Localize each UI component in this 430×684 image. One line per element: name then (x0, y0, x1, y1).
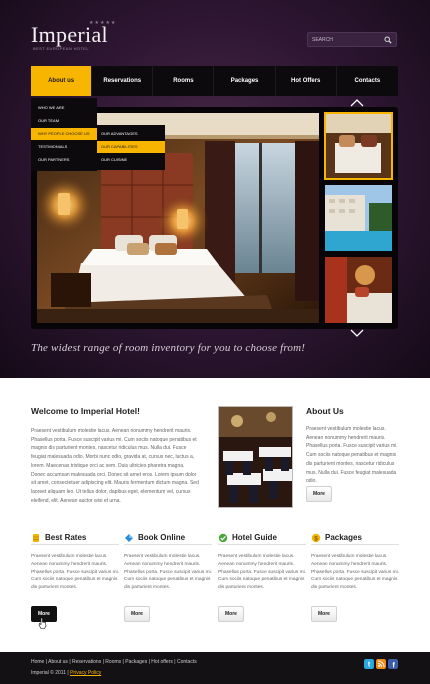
submenu-item-our-capabilities[interactable]: OUR CAPABILITIES (97, 141, 165, 153)
hotel-guide-more-button[interactable]: More (218, 606, 244, 622)
hand-cursor-icon (38, 617, 47, 629)
footer-link-contacts[interactable]: Contacts (177, 659, 197, 665)
about-dropdown-menu: WHO WE ARE OUR TEAM WHY PEOPLE CHOOSE US… (31, 98, 97, 171)
thumbnail-1[interactable] (324, 112, 393, 180)
hero-background: ★★★★★ Imperial BEST EUROPEAN HOTEL About… (0, 0, 430, 378)
about-text: Praesent vestibulum molestie lacus. Aene… (306, 426, 398, 485)
twitter-icon[interactable]: t (364, 659, 374, 669)
welcome-title: Welcome to Imperial Hotel! (31, 406, 140, 416)
footer-separator: | (122, 659, 124, 665)
thumbnail-3[interactable] (325, 257, 392, 323)
nav-item-reservations[interactable]: Reservations (92, 66, 154, 96)
rss-icon[interactable] (376, 659, 386, 669)
logo-tagline: BEST EUROPEAN HOTEL (33, 46, 89, 51)
dropdown-item-testimonials[interactable]: TESTIMONIALS (31, 141, 97, 153)
about-title: About Us (306, 406, 344, 416)
footer-nav: Home | About us | Reservations | Rooms |… (31, 659, 197, 665)
chevron-down-icon[interactable] (350, 329, 364, 337)
chevron-up-icon[interactable] (350, 99, 364, 107)
dollar-coin-icon: $ (311, 533, 321, 542)
feature-text: Praesent vestibulum molestie lacus. Aene… (31, 554, 119, 591)
footer-separator: | (102, 659, 104, 665)
feature-best-rates: Best Rates Praesent vestibulum molestie … (31, 533, 119, 592)
hero-slogan: The widest range of room inventory for y… (31, 342, 306, 354)
feature-book-online: Book Online Praesent vestibulum molestie… (124, 533, 212, 592)
dropdown-item-our-team[interactable]: OUR TEAM (31, 115, 97, 127)
dropdown-item-our-partners[interactable]: OUR PARTNERS (31, 154, 97, 166)
search-icon[interactable] (384, 36, 392, 44)
nav-item-about-us[interactable]: About us (31, 66, 93, 96)
footer-link-home[interactable]: Home (31, 659, 44, 665)
footer-link-packages[interactable]: Packages (125, 659, 147, 665)
logo[interactable]: ★★★★★ Imperial BEST EUROPEAN HOTEL (31, 20, 115, 51)
footer-separator: | (69, 659, 71, 665)
thumbnail-strip (324, 112, 393, 329)
feature-title: Packages (325, 533, 362, 542)
feature-title: Best Rates (45, 533, 87, 542)
nav-item-packages[interactable]: Packages (214, 66, 276, 96)
welcome-text: Praesent vestibulum molestie lacus. Aene… (31, 428, 199, 504)
dropdown-submenu: OUR ADVANTAGES OUR CAPABILITIES OUR CUIS… (97, 125, 165, 170)
check-circle-icon (218, 533, 228, 542)
footer-link-hot-offers[interactable]: Hot offers (151, 659, 173, 665)
feature-packages: $ Packages Praesent vestibulum molestie … (311, 533, 399, 592)
footer-separator: | (45, 659, 48, 665)
packages-more-button[interactable]: More (311, 606, 337, 622)
social-links: t f (364, 659, 398, 669)
dropdown-item-why-people-choose-us[interactable]: WHY PEOPLE CHOOSE US (31, 128, 97, 140)
footer-link-rooms[interactable]: Rooms (105, 659, 121, 665)
svg-text:$: $ (314, 535, 318, 542)
nav-item-contacts[interactable]: Contacts (337, 66, 398, 96)
footer-separator: | (148, 659, 150, 665)
footer-separator: | (174, 659, 176, 665)
feature-hotel-guide: Hotel Guide Praesent vestibulum molestie… (218, 533, 306, 592)
footer-link-reservations[interactable]: Reservations (72, 659, 101, 665)
search-input[interactable] (312, 34, 382, 46)
feature-title: Book Online (138, 533, 186, 542)
thumbnail-2[interactable] (325, 185, 392, 251)
dropdown-item-who-we-are[interactable]: WHO WE ARE (31, 102, 97, 114)
nav-item-rooms[interactable]: Rooms (153, 66, 215, 96)
diamond-icon (125, 533, 133, 542)
footer-link-about-us[interactable]: About us (48, 659, 68, 665)
main-nav: About us Reservations Rooms Packages Hot… (31, 66, 398, 96)
submenu-item-our-advantages[interactable]: OUR ADVANTAGES (97, 128, 165, 140)
facebook-icon[interactable]: f (388, 659, 398, 669)
nav-item-hot-offers[interactable]: Hot Offers (276, 66, 337, 96)
feature-text: Praesent vestibulum molestie lacus. Aene… (218, 554, 306, 591)
privacy-policy-link[interactable]: Privacy Policy (70, 670, 101, 676)
submenu-item-our-cuisine[interactable]: OUR CUISINE (97, 154, 165, 166)
copyright-text: Imperial © 2011 | (31, 670, 69, 676)
copyright: Imperial © 2011 | Privacy Policy (31, 670, 101, 676)
rating-stars: ★★★★★ (89, 20, 117, 26)
feature-text: Praesent vestibulum molestie lacus. Aene… (124, 554, 212, 591)
feature-text: Praesent vestibulum molestie lacus. Aene… (311, 554, 399, 591)
book-online-more-button[interactable]: More (124, 606, 150, 622)
coins-icon (33, 533, 39, 542)
feature-title: Hotel Guide (232, 533, 277, 542)
search-box (307, 32, 397, 47)
about-more-button[interactable]: More (306, 486, 332, 502)
restaurant-photo (218, 406, 293, 508)
